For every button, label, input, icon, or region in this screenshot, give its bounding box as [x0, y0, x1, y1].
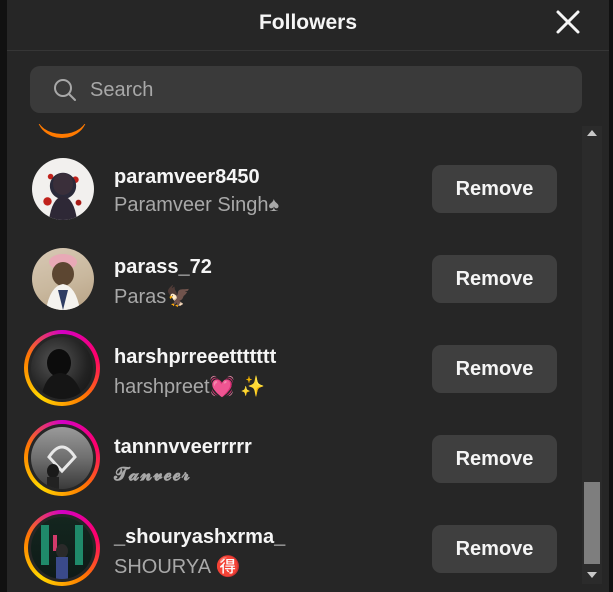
- avatar-figure-icon: [49, 173, 77, 220]
- avatar[interactable]: [24, 240, 100, 316]
- cut-off-avatar-ring: [37, 124, 87, 138]
- avatar-figure-icon: [41, 525, 83, 579]
- list-item[interactable]: parass_72 Paras🦅 Remove: [7, 232, 579, 322]
- backdrop-left: [0, 0, 7, 592]
- follower-full-name: harshpreet💓 ✨: [114, 376, 265, 398]
- remove-button[interactable]: Remove: [432, 345, 557, 393]
- search-icon: [54, 79, 76, 101]
- scroll-down-arrow-icon[interactable]: [587, 572, 597, 578]
- follower-full-name: SHOURYA 🉐: [114, 556, 241, 578]
- close-icon: [556, 10, 580, 34]
- search-bar[interactable]: [30, 66, 582, 115]
- list-item[interactable]: tannnvveerrrrr 𝓣𝓪𝓷𝓿𝓮𝓮𝓻 Remove: [7, 412, 579, 502]
- list-item[interactable]: harshprreeettttttt harshpreet💓 ✨ Remove: [7, 322, 579, 412]
- search-input[interactable]: [88, 66, 572, 115]
- avatar[interactable]: [24, 510, 100, 586]
- remove-button[interactable]: Remove: [432, 255, 557, 303]
- avatar-figure-icon: [41, 349, 83, 399]
- dialog-title: Followers: [258, 11, 358, 34]
- scroll-up-arrow-icon[interactable]: [587, 130, 597, 136]
- follower-username[interactable]: paramveer8450: [114, 166, 260, 189]
- list-item[interactable]: paramveer8450 Paramveer Singh♠ Remove: [7, 142, 579, 232]
- backdrop-right: [609, 0, 613, 592]
- followers-list[interactable]: paramveer8450 Paramveer Singh♠ Remove pa…: [7, 124, 579, 592]
- follower-full-name: 𝓣𝓪𝓷𝓿𝓮𝓮𝓻: [114, 464, 191, 485]
- avatar-figure-icon: [46, 254, 80, 310]
- follower-full-name: Paras🦅: [114, 286, 192, 308]
- avatar[interactable]: [24, 150, 100, 226]
- avatar[interactable]: [24, 330, 100, 406]
- avatar-figure-icon: [47, 445, 77, 489]
- followers-dialog: Followers Search paramveer8450 Paramveer…: [7, 0, 609, 592]
- avatar[interactable]: [24, 420, 100, 496]
- remove-button[interactable]: Remove: [432, 435, 557, 483]
- list-item[interactable]: _shouryashxrma_ SHOURYA 🉐 Remove: [7, 502, 579, 592]
- follower-full-name: Paramveer Singh♠: [114, 194, 280, 216]
- close-button[interactable]: [553, 7, 583, 37]
- scrollbar-thumb[interactable]: [584, 482, 600, 564]
- dialog-header: Followers: [7, 0, 609, 51]
- remove-button[interactable]: Remove: [432, 525, 557, 573]
- scrollbar[interactable]: [582, 126, 602, 584]
- follower-username[interactable]: _shouryashxrma_: [114, 526, 285, 549]
- remove-button[interactable]: Remove: [432, 165, 557, 213]
- follower-username[interactable]: harshprreeettttttt: [114, 346, 276, 369]
- follower-username[interactable]: tannnvveerrrrr: [114, 436, 252, 459]
- follower-username[interactable]: parass_72: [114, 256, 212, 279]
